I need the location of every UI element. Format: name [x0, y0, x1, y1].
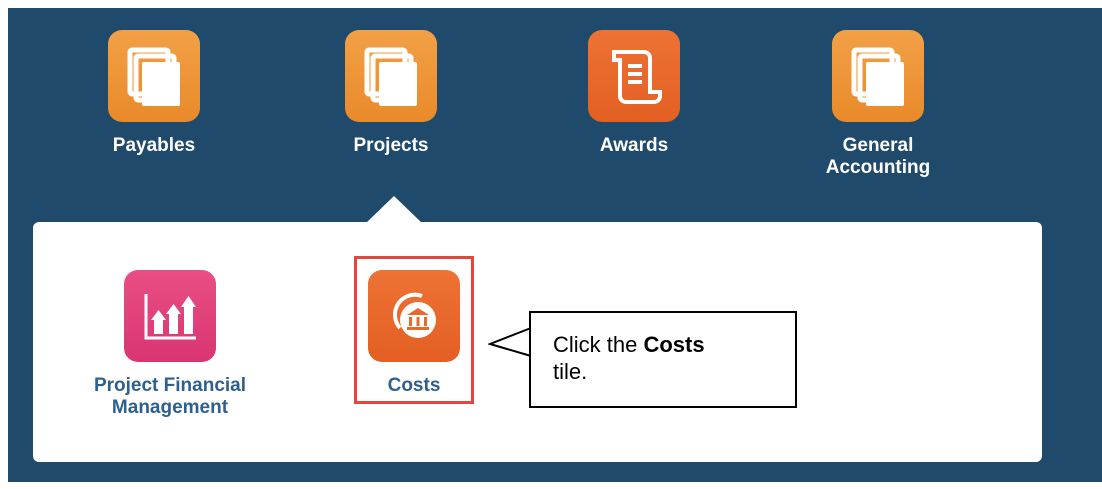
awards-label: Awards [599, 135, 669, 156]
general-accounting-label: General Accounting [825, 135, 931, 178]
payables-tile[interactable]: Payables [64, 30, 244, 157]
scroll-document-icon [588, 30, 680, 122]
general-accounting-tile[interactable]: General Accounting [788, 30, 968, 179]
panel-pointer [366, 196, 422, 223]
payables-label: Payables [112, 135, 196, 156]
stacked-pages-icon [345, 30, 437, 122]
project-financial-management-tile[interactable]: Project Financial Management [80, 270, 260, 419]
callout-suffix: tile. [553, 359, 588, 384]
projects-label: Projects [353, 135, 429, 156]
stacked-pages-icon [832, 30, 924, 122]
callout-prefix: Click the [553, 332, 644, 357]
projects-tile[interactable]: Projects [301, 30, 481, 157]
awards-tile[interactable]: Awards [544, 30, 724, 157]
costs-highlight-box [354, 256, 474, 404]
instruction-callout: Click the Costs tile. [529, 311, 797, 408]
callout-tail [488, 327, 532, 357]
bar-chart-up-icon [124, 270, 216, 362]
project-financial-management-label: Project Financial Management [93, 375, 247, 418]
stacked-pages-icon [108, 30, 200, 122]
callout-emphasis: Costs [643, 332, 705, 357]
